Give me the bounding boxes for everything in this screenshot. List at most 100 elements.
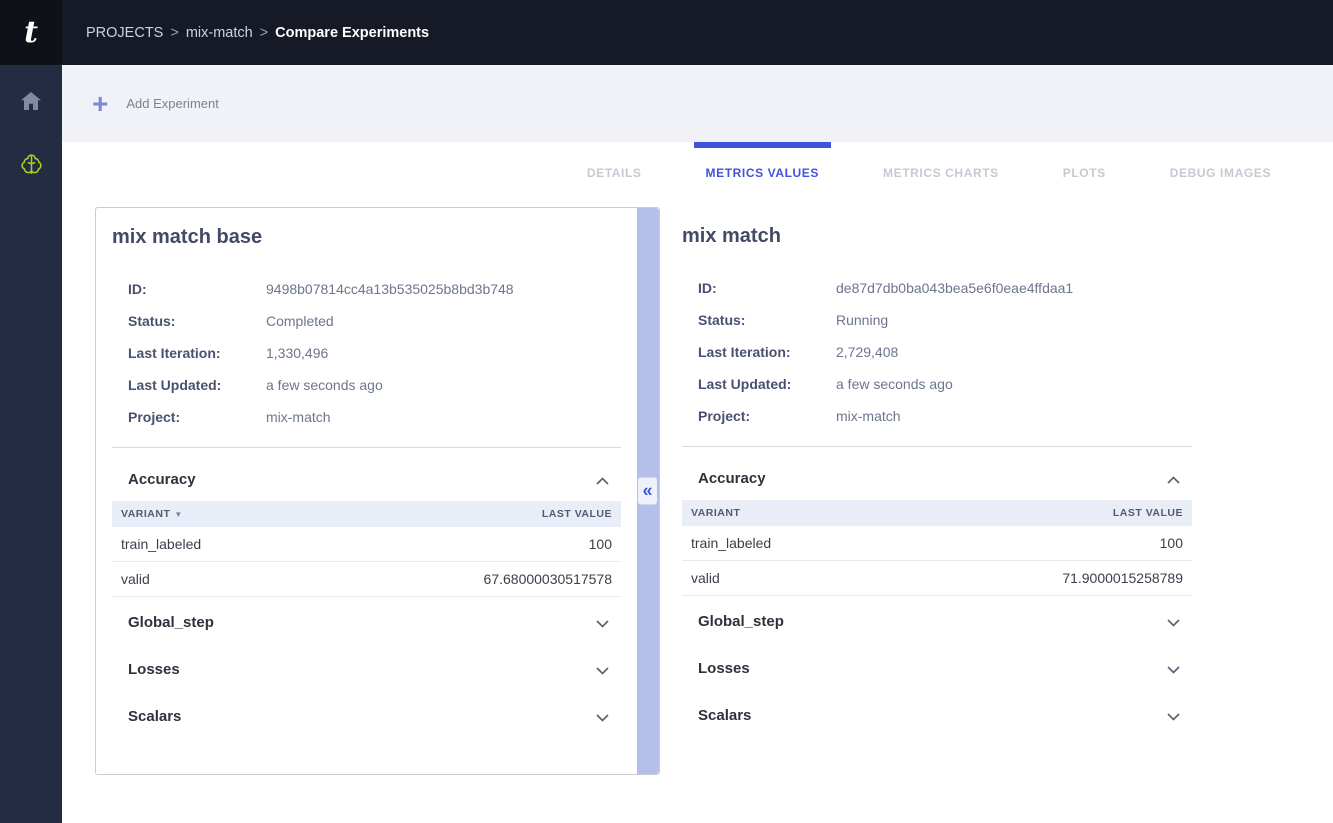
info-label: Status:	[698, 312, 836, 328]
sidebar-item-profile[interactable]	[9, 145, 53, 189]
section-title: Accuracy	[698, 470, 766, 487]
section-global-step: Global_step	[682, 596, 1192, 643]
logo-t-glyph: t	[24, 15, 38, 50]
info-row-id: ID: de87d7db0ba043bea5e6f0eae4ffdaa1	[698, 280, 1192, 296]
chevron-down-icon	[596, 615, 609, 631]
section-title: Global_step	[128, 614, 214, 631]
experiment-status: Completed	[266, 313, 334, 329]
section-losses: Losses	[112, 644, 621, 691]
chevron-down-icon	[596, 662, 609, 678]
experiment-last-updated: a few seconds ago	[266, 377, 383, 393]
section-scalars: Scalars	[682, 690, 1192, 737]
info-row-last-iteration: Last Iteration: 2,729,408	[698, 344, 1192, 360]
experiment-last-iteration: 2,729,408	[836, 344, 898, 360]
table-row: valid 71.9000015258789	[682, 561, 1192, 596]
experiment-info: ID: 9498b07814cc4a13b535025b8bd3b748 Sta…	[112, 281, 621, 425]
breadcrumb-separator: >	[260, 25, 268, 41]
section-title: Scalars	[128, 708, 181, 725]
card-resize-strip[interactable]: «	[637, 208, 659, 774]
section-scalars: Scalars	[112, 691, 621, 738]
tab-metrics-charts[interactable]: METRICS CHARTS	[871, 142, 1011, 193]
section-scalars-header[interactable]: Scalars	[112, 691, 621, 738]
section-global-step-header[interactable]: Global_step	[112, 597, 621, 644]
info-label: Status:	[128, 313, 266, 329]
breadcrumb-projects[interactable]: PROJECTS	[86, 25, 163, 41]
tab-details[interactable]: DETAILS	[575, 142, 654, 193]
tab-plots[interactable]: PLOTS	[1051, 142, 1118, 193]
home-icon	[20, 91, 42, 116]
value-cell: 67.68000030517578	[316, 562, 621, 597]
variant-column-header[interactable]: VARIANT▼	[112, 501, 316, 527]
breadcrumb-project-mix-match[interactable]: mix-match	[186, 25, 253, 41]
info-label: ID:	[698, 280, 836, 296]
table-header-row: VARIANT▼ LAST VALUE	[112, 501, 621, 527]
tab-debug-images[interactable]: DEBUG IMAGES	[1158, 142, 1283, 193]
experiment-last-iteration: 1,330,496	[266, 345, 328, 361]
main-content: + Add Experiment DETAILS METRICS VALUES …	[62, 65, 1333, 823]
last-value-column-header: LAST VALUE	[316, 501, 621, 527]
experiment-id: de87d7db0ba043bea5e6f0eae4ffdaa1	[836, 280, 1073, 296]
section-title: Losses	[698, 660, 750, 677]
variant-cell: train_labeled	[112, 527, 316, 562]
info-label: Last Updated:	[698, 376, 836, 392]
variant-cell: valid	[682, 561, 893, 596]
trains-logo[interactable]: t	[0, 0, 62, 65]
tab-metrics-values[interactable]: METRICS VALUES	[694, 142, 832, 193]
value-cell: 100	[316, 527, 621, 562]
variant-column-header[interactable]: VARIANT	[682, 500, 893, 526]
section-losses-header[interactable]: Losses	[112, 644, 621, 691]
info-row-project: Project: mix-match	[698, 408, 1192, 424]
info-label: Last Iteration:	[698, 344, 836, 360]
section-losses: Losses	[682, 643, 1192, 690]
info-row-status: Status: Running	[698, 312, 1192, 328]
divider	[682, 446, 1192, 447]
info-label: ID:	[128, 281, 266, 297]
experiments-toolbar: + Add Experiment	[62, 65, 1333, 142]
sidebar-item-home[interactable]	[9, 81, 53, 125]
info-label: Project:	[698, 408, 836, 424]
section-global-step: Global_step	[112, 597, 621, 644]
chevron-down-icon	[1167, 661, 1180, 677]
section-scalars-header[interactable]: Scalars	[682, 690, 1192, 737]
info-row-status: Status: Completed	[128, 313, 621, 329]
brain-icon	[19, 153, 44, 181]
info-label: Last Updated:	[128, 377, 266, 393]
section-accuracy: Accuracy VARIANT LAST VALUE train	[682, 453, 1192, 596]
experiment-card-compare: mix match ID: de87d7db0ba043bea5e6f0eae4…	[680, 207, 1192, 737]
accuracy-table: VARIANT LAST VALUE train_labeled 100 val…	[682, 500, 1192, 596]
breadcrumb-current-page: Compare Experiments	[275, 25, 429, 41]
left-sidebar	[0, 65, 62, 823]
section-title: Losses	[128, 661, 180, 678]
section-title: Global_step	[698, 613, 784, 630]
info-row-last-updated: Last Updated: a few seconds ago	[698, 376, 1192, 392]
experiment-id: 9498b07814cc4a13b535025b8bd3b748	[266, 281, 514, 297]
section-accuracy-header[interactable]: Accuracy	[682, 453, 1192, 500]
table-row: valid 67.68000030517578	[112, 562, 621, 597]
breadcrumb: PROJECTS > mix-match > Compare Experimen…	[86, 25, 429, 41]
collapse-card-button[interactable]: «	[638, 478, 657, 505]
section-accuracy-header[interactable]: Accuracy	[112, 454, 621, 501]
section-accuracy: Accuracy VARIANT▼ LAST VALUE	[112, 454, 621, 597]
chevron-down-icon	[1167, 708, 1180, 724]
chevron-down-icon	[596, 709, 609, 725]
table-header-row: VARIANT LAST VALUE	[682, 500, 1192, 526]
section-title: Scalars	[698, 707, 751, 724]
experiment-project: mix-match	[836, 408, 901, 424]
chevron-down-icon	[1167, 614, 1180, 630]
experiment-last-updated: a few seconds ago	[836, 376, 953, 392]
experiment-title: mix match base	[112, 226, 621, 249]
info-row-last-iteration: Last Iteration: 1,330,496	[128, 345, 621, 361]
section-title: Accuracy	[128, 471, 196, 488]
value-cell: 100	[893, 526, 1192, 561]
plus-icon: +	[92, 91, 108, 117]
experiment-project: mix-match	[266, 409, 331, 425]
add-experiment-button[interactable]: Add Experiment	[126, 96, 219, 111]
chevron-up-icon	[596, 472, 609, 488]
section-global-step-header[interactable]: Global_step	[682, 596, 1192, 643]
info-row-id: ID: 9498b07814cc4a13b535025b8bd3b748	[128, 281, 621, 297]
breadcrumb-separator: >	[170, 25, 178, 41]
section-losses-header[interactable]: Losses	[682, 643, 1192, 690]
value-cell: 71.9000015258789	[893, 561, 1192, 596]
accuracy-table: VARIANT▼ LAST VALUE train_labeled 100 va…	[112, 501, 621, 597]
experiment-status: Running	[836, 312, 888, 328]
